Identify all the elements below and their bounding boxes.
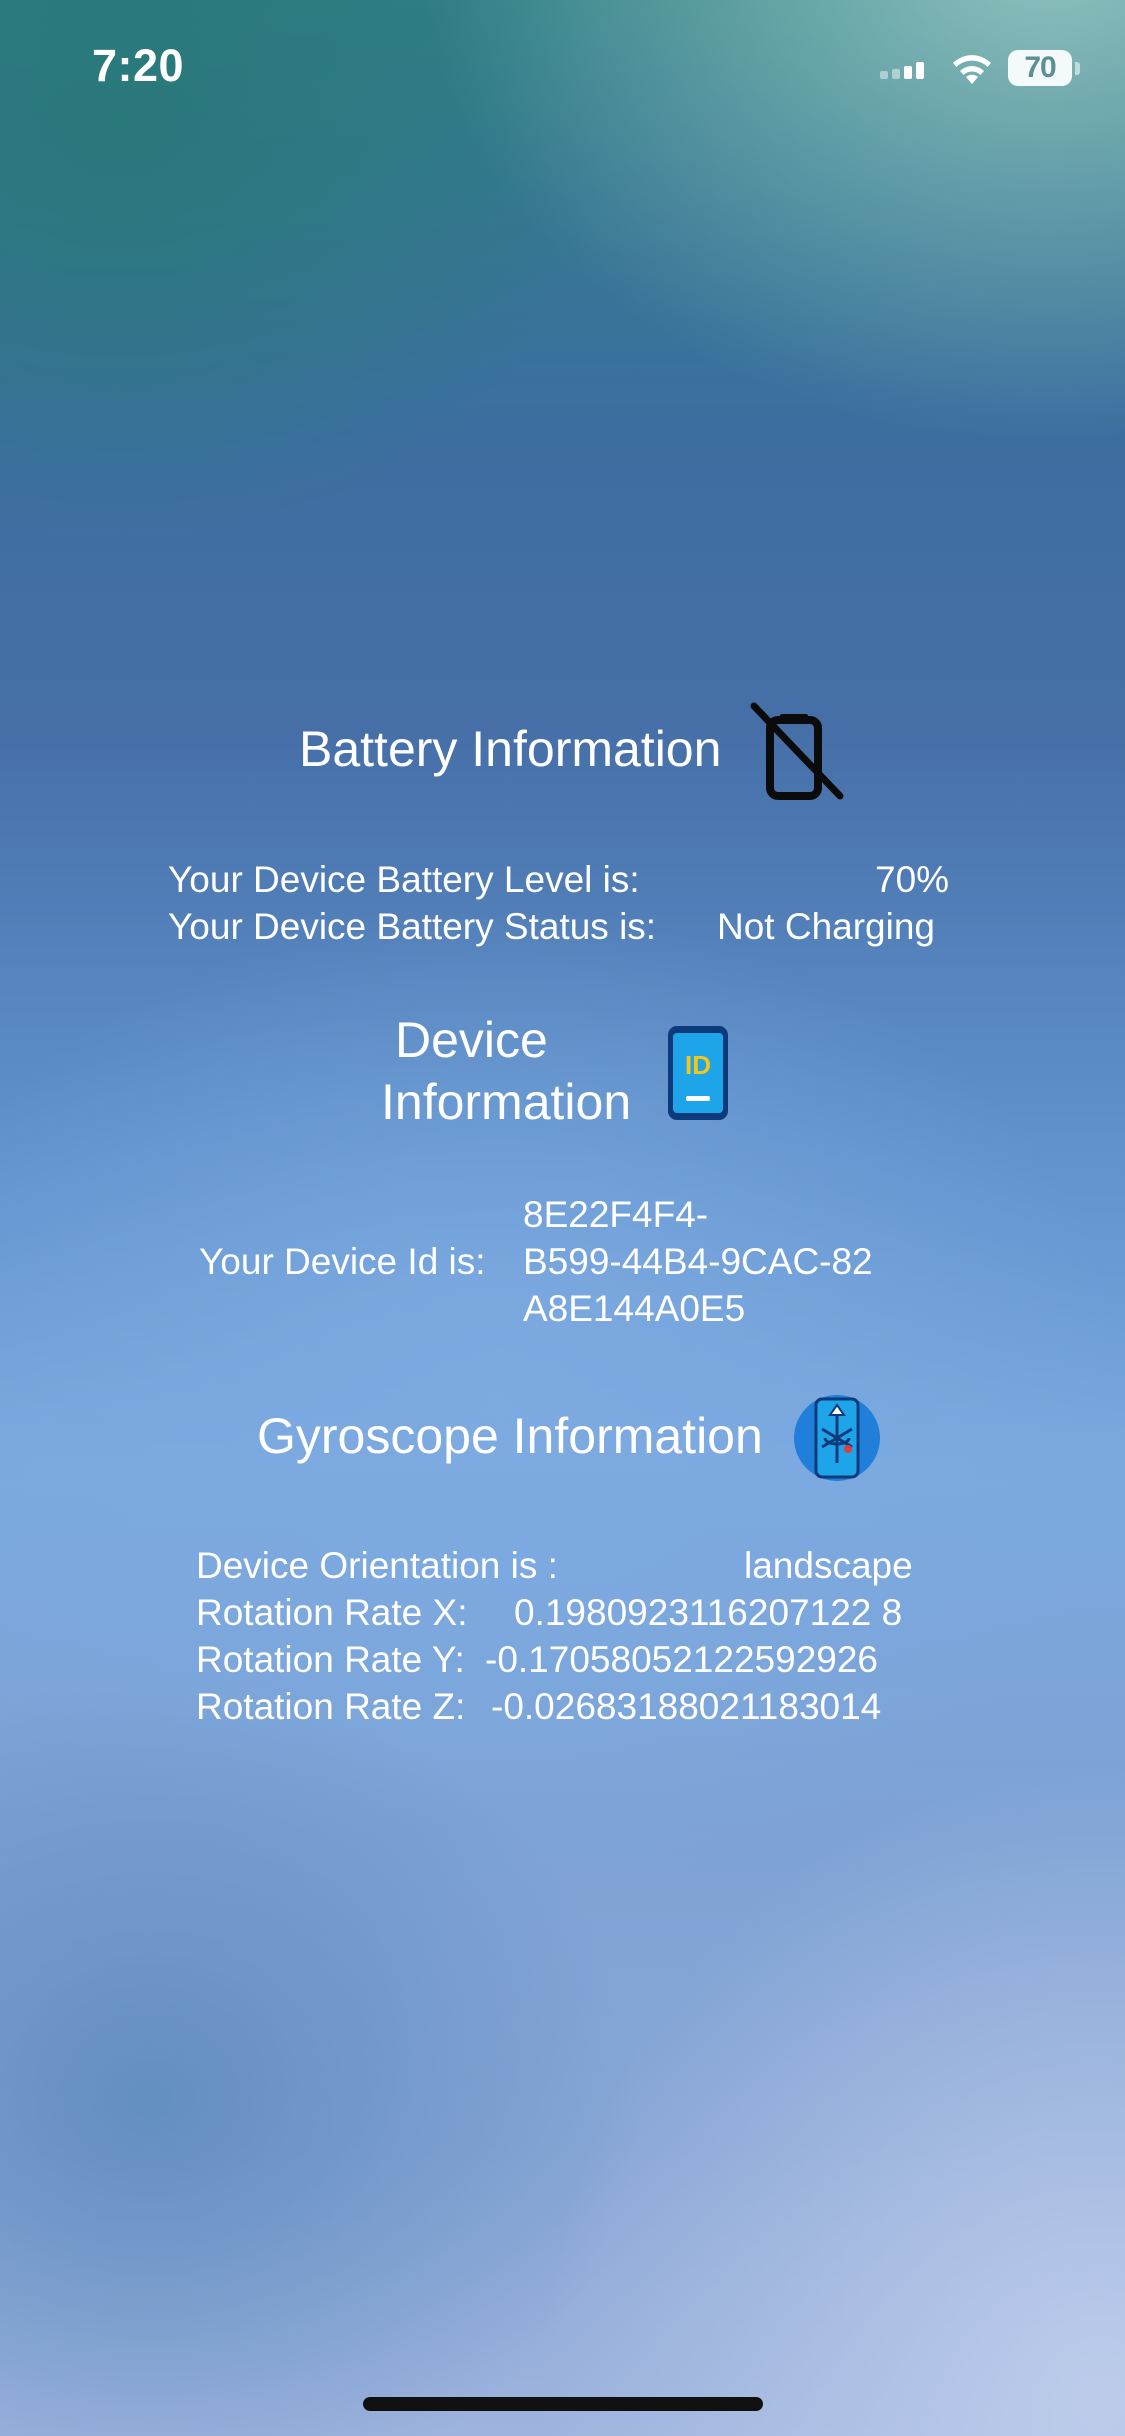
orientation-label: Device Orientation is : [196,1545,558,1586]
cellular-signal-icon [880,62,924,79]
status-bar: 7:20 70 [0,0,1125,140]
gyroscope-section-title: Gyroscope Information [257,1408,763,1464]
device-id-value-line3: A8E144A0E5 [523,1288,746,1329]
battery-level-value: 70% [875,859,950,900]
battery-status-value: Not Charging [717,906,936,947]
wifi-icon [953,55,991,84]
battery-indicator: 70 [1008,50,1072,86]
device-section-title-line2: Information [381,1074,632,1130]
rotation-rate-z-label: Rotation Rate Z: [196,1686,466,1727]
battery-section-title: Battery Information [299,721,722,777]
rotation-rate-y-value: -0.17058052122592926 [485,1639,878,1680]
orientation-value: landscape [744,1545,913,1586]
device-section-title-line1: Device [395,1012,548,1068]
battery-tip [1075,62,1080,75]
gyroscope-phone-icon [794,1395,880,1481]
rotation-rate-x-label: Rotation Rate X: [196,1592,468,1633]
status-time: 7:20 [92,40,185,91]
phone-id-icon: ID [668,1026,728,1120]
rotation-rate-x-value: 0.1980923116207122 8 [514,1592,903,1633]
battery-status-label: Your Device Battery Status is: [168,906,657,947]
rotation-rate-z-value: -0.02683188021183014 [491,1686,882,1727]
battery-level-label: Your Device Battery Level is: [168,859,640,900]
battery-slash-icon [750,702,844,800]
device-id-value-line2: B599-44B4-9CAC-82 [523,1241,873,1282]
battery-percent: 70 [1024,51,1056,84]
device-id-value-line1: 8E22F4F4- [523,1194,709,1235]
home-indicator[interactable] [363,2397,763,2411]
device-id-label: Your Device Id is: [199,1241,486,1282]
svg-text:ID: ID [685,1050,711,1080]
rotation-rate-y-label: Rotation Rate Y: [196,1639,465,1680]
